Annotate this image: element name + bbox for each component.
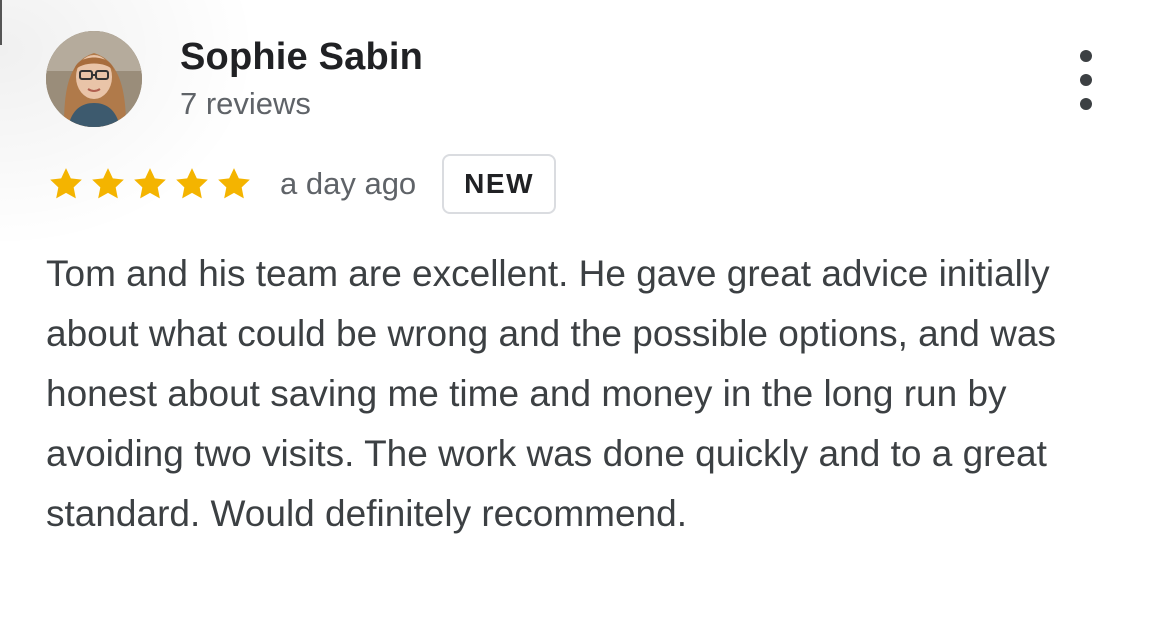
rating-row: a day ago NEW <box>46 152 746 216</box>
author-name[interactable]: Sophie Sabin <box>180 36 423 79</box>
avatar[interactable] <box>46 31 142 127</box>
star-icon <box>130 164 170 204</box>
star-icon <box>46 164 86 204</box>
review-time: a day ago <box>280 166 417 201</box>
star-icon <box>88 164 128 204</box>
new-badge: NEW <box>442 154 556 214</box>
more-vert-icon-dot <box>1080 98 1092 110</box>
star-icon <box>172 164 212 204</box>
star-rating <box>46 164 256 204</box>
more-options-button[interactable] <box>1066 50 1106 110</box>
review-card: Sophie Sabin 7 reviews a day ago NEW Tom… <box>0 0 1169 629</box>
more-vert-icon-dot <box>1080 74 1092 86</box>
review-text: Tom and his team are excellent. He gave … <box>46 253 1056 534</box>
more-vert-icon <box>1080 50 1092 62</box>
star-icon <box>214 164 254 204</box>
author-review-count[interactable]: 7 reviews <box>180 86 311 122</box>
